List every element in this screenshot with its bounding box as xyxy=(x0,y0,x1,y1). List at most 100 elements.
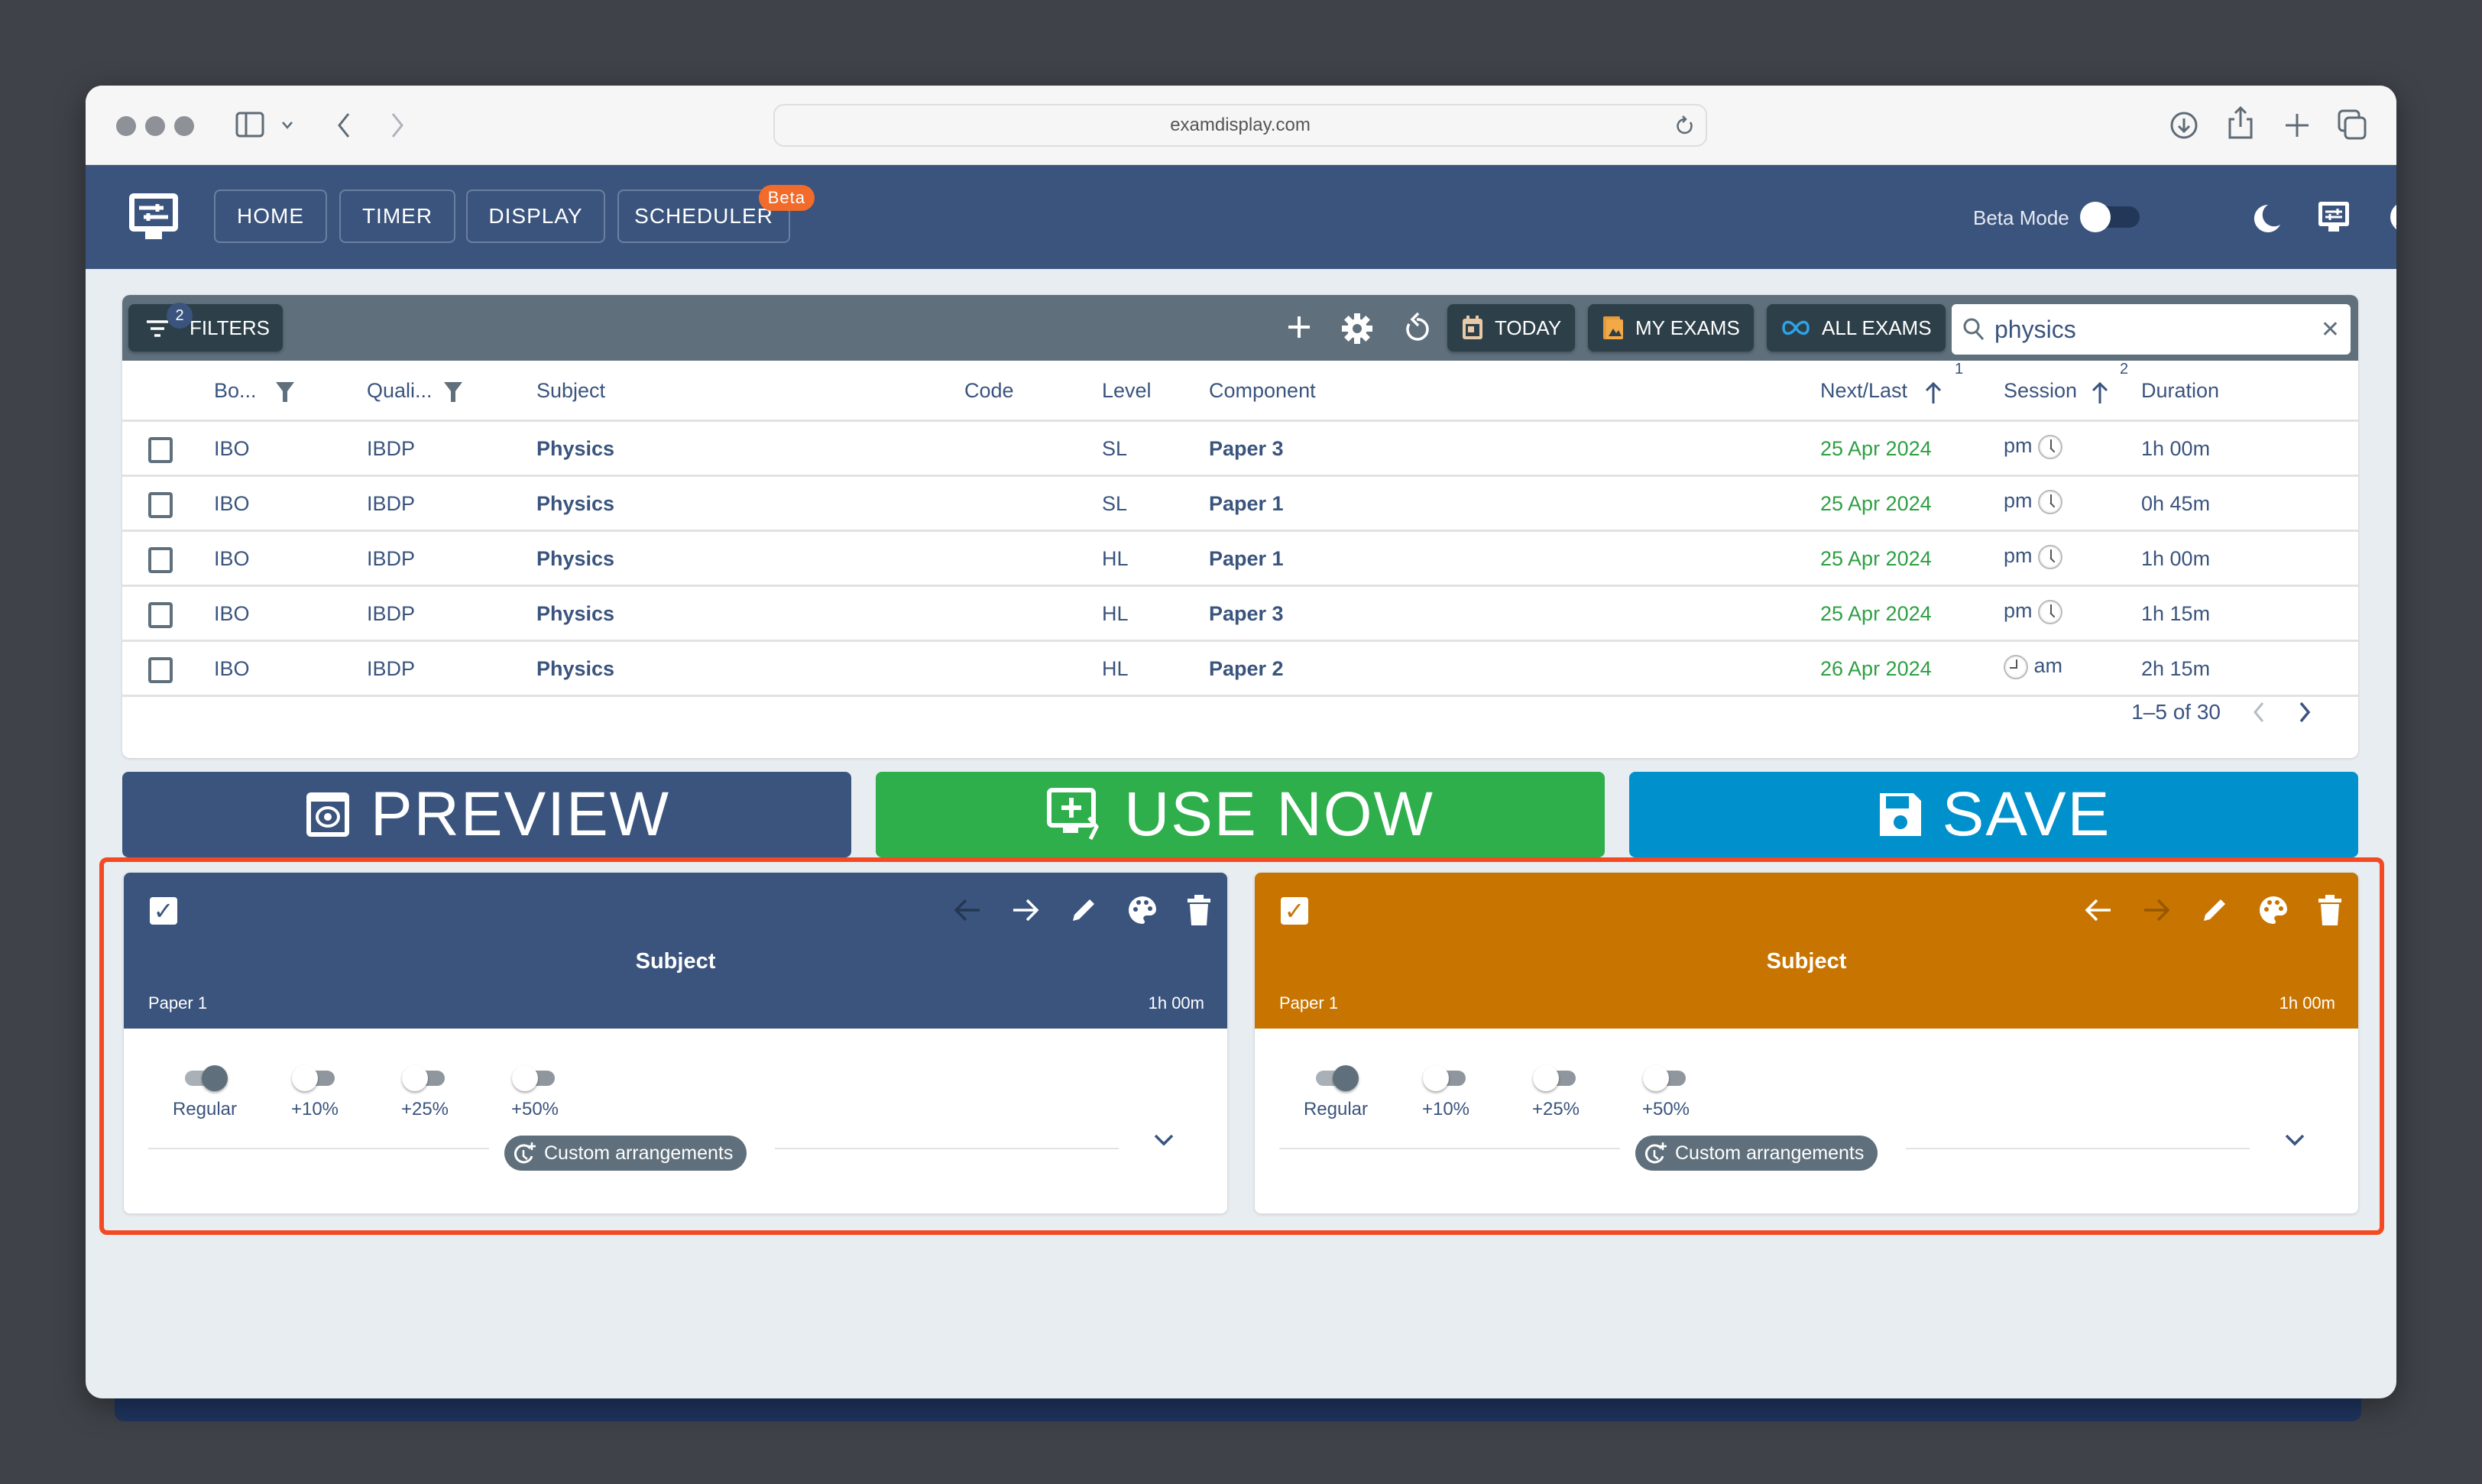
add-exam-icon[interactable] xyxy=(1284,312,1314,342)
clear-search-icon[interactable]: ✕ xyxy=(2321,316,2340,343)
cell-component: Paper 2 xyxy=(1209,657,1284,680)
beta-mode-toggle[interactable] xyxy=(2080,202,2141,232)
extra-time-toggle[interactable] xyxy=(182,1065,228,1091)
board-filter-icon[interactable] xyxy=(275,381,295,403)
download-icon[interactable] xyxy=(2169,110,2199,141)
card-checkbox[interactable]: ✓ xyxy=(1281,897,1308,925)
nav-home-button[interactable]: HOME xyxy=(214,190,327,243)
extra-time-toggle[interactable] xyxy=(1313,1065,1359,1091)
toggle-knob xyxy=(292,1065,318,1091)
table-row[interactable]: IBO IBDP Physics SL Paper 3 25 Apr 2024 … xyxy=(122,422,2358,477)
use-now-button[interactable]: USE NOW xyxy=(876,772,1605,857)
delete-trash-icon[interactable] xyxy=(2317,894,2343,926)
edit-pencil-icon[interactable] xyxy=(1068,895,1099,925)
nav-display-button[interactable]: DISPLAY xyxy=(466,190,605,243)
extra-time-label: Regular xyxy=(172,1099,238,1119)
back-icon[interactable] xyxy=(335,112,353,139)
move-right-icon[interactable] xyxy=(2141,896,2172,924)
next-page-icon[interactable] xyxy=(2297,700,2312,724)
window-close-button[interactable] xyxy=(116,116,136,136)
row-checkbox[interactable] xyxy=(148,657,173,683)
table-row[interactable]: IBO IBDP Physics HL Paper 3 25 Apr 2024 … xyxy=(122,587,2358,642)
cell-board: IBO xyxy=(214,602,250,625)
save-button[interactable]: SAVE xyxy=(1629,772,2358,857)
edit-pencil-icon[interactable] xyxy=(2199,895,2230,925)
col-code[interactable]: Code xyxy=(964,379,1014,403)
new-tab-icon[interactable] xyxy=(2283,112,2311,139)
custom-arrangements-chip[interactable]: Custom arrangements xyxy=(1635,1136,1878,1171)
col-subject[interactable]: Subject xyxy=(536,379,605,403)
expand-chevron-icon[interactable] xyxy=(2283,1132,2306,1148)
col-component[interactable]: Component xyxy=(1209,379,1316,403)
display-settings-icon[interactable] xyxy=(2317,200,2351,235)
filters-button[interactable]: 2 FILTERS xyxy=(128,303,283,352)
card-checkbox[interactable]: ✓ xyxy=(150,897,177,925)
col-next-last[interactable]: Next/Last xyxy=(1820,379,1907,403)
table-row[interactable]: IBO IBDP Physics HL Paper 2 26 Apr 2024 … xyxy=(122,642,2358,697)
table-row[interactable]: IBO IBDP Physics SL Paper 1 25 Apr 2024 … xyxy=(122,477,2358,532)
address-bar[interactable]: examdisplay.com xyxy=(773,104,1707,147)
custom-arrangements-chip[interactable]: Custom arrangements xyxy=(504,1136,747,1171)
search-icon xyxy=(1963,318,1985,341)
row-checkbox[interactable] xyxy=(148,547,173,573)
extra-time-toggle[interactable] xyxy=(402,1065,448,1091)
sidebar-toggle-icon[interactable] xyxy=(235,112,266,139)
extra-time-toggle[interactable] xyxy=(292,1065,338,1091)
cell-date: 26 Apr 2024 xyxy=(1820,657,1932,680)
palette-icon[interactable] xyxy=(1126,894,1158,926)
clock-add-icon xyxy=(514,1142,536,1164)
beta-mode-label: Beta Mode xyxy=(1973,206,2069,229)
row-checkbox[interactable] xyxy=(148,602,173,628)
chevron-down-icon[interactable] xyxy=(281,121,293,130)
move-left-icon[interactable] xyxy=(952,896,983,924)
preview-button[interactable]: PREVIEW xyxy=(122,772,851,857)
col-session[interactable]: Session xyxy=(2004,379,2077,403)
move-left-icon[interactable] xyxy=(2083,896,2114,924)
move-right-icon[interactable] xyxy=(1010,896,1041,924)
forward-icon[interactable] xyxy=(388,112,407,139)
toggle-knob xyxy=(512,1065,538,1091)
sort-asc-icon[interactable] xyxy=(2091,381,2109,405)
cell-level: HL xyxy=(1102,657,1129,680)
exam-table-panel: 2 FILTERS TODAY MY EXAMS ALL EXAMS ✕ xyxy=(122,295,2358,758)
today-button[interactable]: TODAY xyxy=(1447,304,1576,352)
account-icon[interactable] xyxy=(2389,200,2396,234)
col-level[interactable]: Level xyxy=(1102,379,1152,403)
search-input[interactable] xyxy=(1994,315,2321,344)
sort-asc-icon[interactable] xyxy=(1924,381,1943,405)
extra-time-toggle[interactable] xyxy=(1533,1065,1579,1091)
settings-gear-icon[interactable] xyxy=(1340,312,1374,345)
window-minimize-button[interactable] xyxy=(145,116,165,136)
extra-time-toggle[interactable] xyxy=(512,1065,558,1091)
session-text: pm xyxy=(2004,434,2033,457)
delete-trash-icon[interactable] xyxy=(1186,894,1212,926)
my-exams-button[interactable]: MY EXAMS xyxy=(1588,304,1754,352)
qualification-filter-icon[interactable] xyxy=(443,381,463,403)
share-icon[interactable] xyxy=(2227,105,2254,141)
tabs-overview-icon[interactable] xyxy=(2337,109,2367,141)
prev-page-icon[interactable] xyxy=(2251,700,2267,724)
extra-time-toggle[interactable] xyxy=(1423,1065,1469,1091)
col-board[interactable]: Bo... xyxy=(214,379,257,403)
dark-mode-moon-icon[interactable] xyxy=(2251,202,2282,235)
preview-label: PREVIEW xyxy=(370,779,671,849)
all-exams-button[interactable]: ALL EXAMS xyxy=(1767,304,1946,352)
nav-scheduler-button[interactable]: SCHEDULER Beta xyxy=(617,185,815,243)
save-label: SAVE xyxy=(1942,779,2111,849)
extra-time-toggle[interactable] xyxy=(1643,1065,1689,1091)
nav-timer-button[interactable]: TIMER xyxy=(339,190,455,243)
divider xyxy=(148,1148,489,1149)
col-qualification[interactable]: Quali... xyxy=(367,379,433,403)
palette-icon[interactable] xyxy=(2257,894,2289,926)
reset-icon[interactable] xyxy=(1401,312,1432,345)
row-checkbox[interactable] xyxy=(148,492,173,518)
expand-chevron-icon[interactable] xyxy=(1152,1132,1175,1148)
table-row[interactable]: IBO IBDP Physics HL Paper 1 25 Apr 2024 … xyxy=(122,532,2358,587)
window-zoom-button[interactable] xyxy=(174,116,194,136)
extra-time-label: +50% xyxy=(510,1099,559,1119)
examdisplay-logo-icon[interactable] xyxy=(127,191,180,241)
background-card-edge xyxy=(115,1398,2361,1421)
col-duration[interactable]: Duration xyxy=(2141,379,2219,403)
row-checkbox[interactable] xyxy=(148,437,173,463)
reload-icon[interactable] xyxy=(1675,115,1695,138)
